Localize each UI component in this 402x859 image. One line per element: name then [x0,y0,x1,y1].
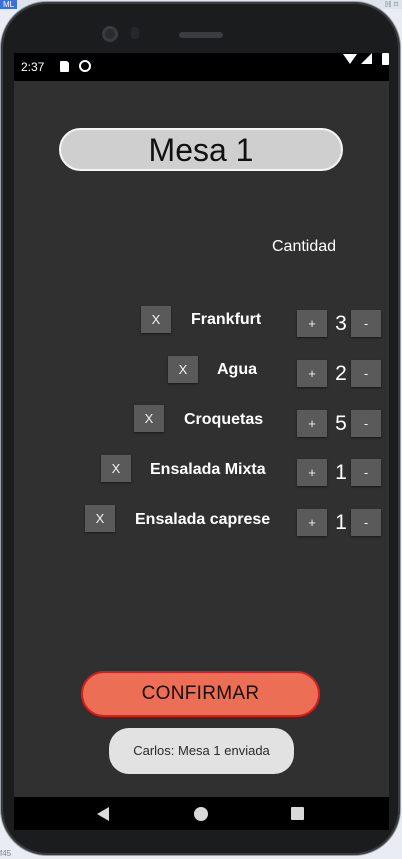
item-quantity: 1 [335,511,347,534]
back-icon[interactable] [97,807,109,821]
front-camera [102,26,118,42]
app-screen: 2:37 Mesa 1 Cantidad X Frankfurt + 3 - X… [14,53,389,830]
item-quantity: 1 [335,461,347,484]
ide-toolbar-icons: ℍ ⌑ [384,0,398,9]
remove-item-button[interactable]: X [134,405,164,432]
status-time: 2:37 [21,60,45,74]
home-icon[interactable] [194,807,208,821]
remove-item-button[interactable]: X [85,505,115,532]
item-name: Agua [217,361,257,378]
increase-quantity-button[interactable]: + [297,410,327,437]
decrease-quantity-button[interactable]: - [351,310,381,337]
item-name: Ensalada caprese [135,511,271,528]
ide-tab-label[interactable]: ML [0,0,18,9]
remove-item-button[interactable]: X [168,356,198,383]
decrease-quantity-button[interactable]: - [351,509,381,536]
increase-quantity-button[interactable]: + [297,360,327,387]
decrease-quantity-button[interactable]: - [351,459,381,486]
decrease-quantity-button[interactable]: - [351,360,381,387]
speaker-grille [179,32,223,38]
status-bar: 2:37 [14,53,389,81]
quantity-header: Cantidad [272,238,337,255]
item-name: Frankfurt [191,311,262,328]
item-quantity: 5 [335,412,347,435]
toast-message: Carlos: Mesa 1 enviada [109,728,294,774]
remove-item-button[interactable]: X [141,306,171,333]
increase-quantity-button[interactable]: + [297,509,327,536]
battery-icon [382,53,389,65]
increase-quantity-button[interactable]: + [297,310,327,337]
recent-apps-icon[interactable] [291,807,304,820]
item-name: Ensalada Mixta [150,461,266,478]
phone-frame: 2:37 Mesa 1 Cantidad X Frankfurt + 3 - X… [1,2,400,855]
confirm-button[interactable]: CONFIRMAR [81,671,320,717]
navigation-bar [14,797,389,830]
remove-item-button[interactable]: X [101,455,131,482]
signal-icon [361,53,372,64]
table-title: Mesa 1 [59,128,343,171]
sd-card-icon [60,61,69,72]
decrease-quantity-button[interactable]: - [351,410,381,437]
item-name: Croquetas [184,411,264,428]
item-quantity: 3 [335,312,347,335]
proximity-sensor [131,27,139,39]
cast-icon [79,60,91,72]
wifi-icon [343,54,357,64]
increase-quantity-button[interactable]: + [297,459,327,486]
ide-footer-text: f45 [0,849,12,858]
item-quantity: 2 [335,362,347,385]
